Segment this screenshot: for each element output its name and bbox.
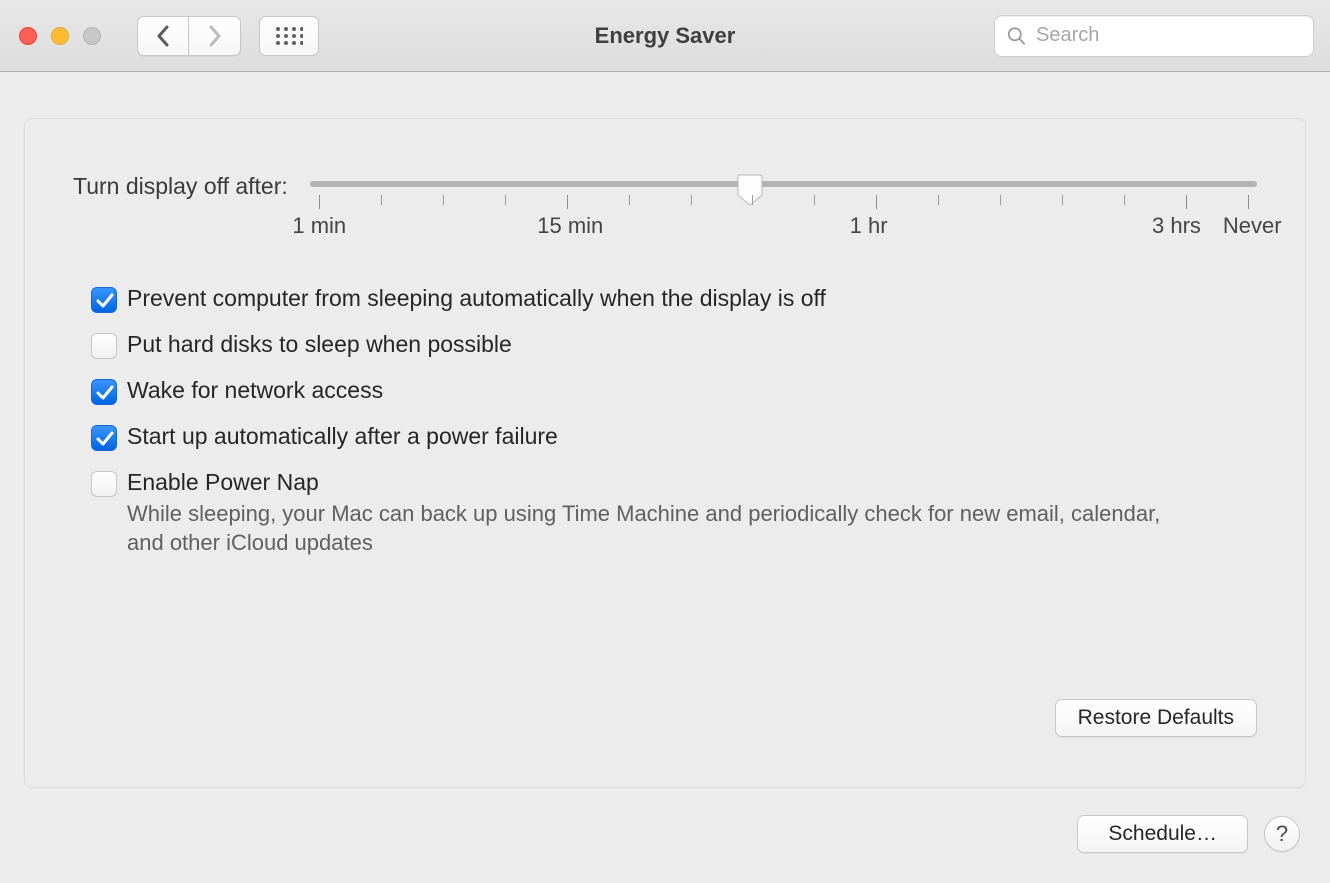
tick-label-never: Never — [1223, 213, 1282, 239]
checkbox-prevent-sleep[interactable] — [91, 287, 117, 313]
window-titlebar: Energy Saver — [0, 0, 1330, 72]
zoom-button[interactable] — [83, 27, 101, 45]
checkbox-power-failure[interactable] — [91, 425, 117, 451]
check-icon — [95, 429, 115, 449]
grid-icon — [275, 26, 303, 46]
label-prevent-sleep: Prevent computer from sleeping automatic… — [127, 285, 826, 312]
forward-button[interactable] — [189, 16, 241, 56]
option-wake-network[interactable]: Wake for network access — [91, 377, 1257, 405]
search-input[interactable] — [1036, 24, 1301, 47]
option-hard-disks[interactable]: Put hard disks to sleep when possible — [91, 331, 1257, 359]
chevron-right-icon — [207, 25, 223, 47]
label-wake-network: Wake for network access — [127, 377, 383, 404]
footer: Schedule… ? — [1077, 815, 1300, 853]
minimize-button[interactable] — [51, 27, 69, 45]
option-prevent-sleep[interactable]: Prevent computer from sleeping automatic… — [91, 285, 1257, 313]
check-icon — [95, 291, 115, 311]
help-button[interactable]: ? — [1264, 816, 1300, 852]
option-power-failure[interactable]: Start up automatically after a power fai… — [91, 423, 1257, 451]
desc-power-nap: While sleeping, your Mac can back up usi… — [127, 500, 1197, 557]
close-button[interactable] — [19, 27, 37, 45]
show-all-button[interactable] — [259, 16, 319, 56]
question-mark-icon: ? — [1276, 821, 1288, 847]
option-power-nap[interactable]: Enable Power Nap While sleeping, your Ma… — [91, 469, 1257, 557]
tick-label-1hr: 1 hr — [850, 213, 888, 239]
label-power-nap: Enable Power Nap — [127, 469, 1197, 496]
traffic-lights — [19, 27, 101, 45]
slider-tick-labels: 1 min 15 min 1 hr 3 hrs Never — [310, 213, 1257, 241]
restore-defaults-button[interactable]: Restore Defaults — [1055, 699, 1257, 737]
check-icon — [95, 383, 115, 403]
display-off-slider[interactable]: 1 min 15 min 1 hr 3 hrs Never — [310, 173, 1257, 241]
label-hard-disks: Put hard disks to sleep when possible — [127, 331, 512, 358]
search-icon — [1007, 25, 1026, 47]
schedule-label: Schedule… — [1108, 822, 1217, 846]
chevron-left-icon — [155, 25, 171, 47]
slider-track — [310, 181, 1257, 187]
restore-defaults-label: Restore Defaults — [1078, 706, 1234, 730]
label-power-failure: Start up automatically after a power fai… — [127, 423, 558, 450]
energy-saver-panel: Turn display off after: 1 min 15 min 1 h… — [24, 118, 1306, 788]
checkbox-hard-disks[interactable] — [91, 333, 117, 359]
tick-label-15min: 15 min — [537, 213, 603, 239]
schedule-button[interactable]: Schedule… — [1077, 815, 1248, 853]
tick-label-3hrs: 3 hrs — [1152, 213, 1201, 239]
checkbox-wake-network[interactable] — [91, 379, 117, 405]
display-off-row: Turn display off after: 1 min 15 min 1 h… — [73, 173, 1257, 241]
checkbox-power-nap[interactable] — [91, 471, 117, 497]
slider-ticks — [310, 195, 1257, 209]
tick-label-1min: 1 min — [292, 213, 346, 239]
option-list: Prevent computer from sleeping automatic… — [91, 285, 1257, 557]
search-field[interactable] — [994, 15, 1314, 57]
display-off-label: Turn display off after: — [73, 173, 288, 200]
back-button[interactable] — [137, 16, 189, 56]
nav-group — [137, 16, 241, 56]
